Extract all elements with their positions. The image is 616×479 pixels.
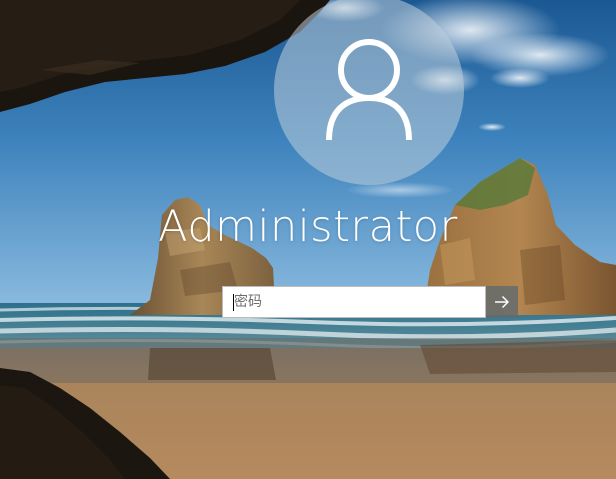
user-avatar (274, 0, 464, 185)
password-input[interactable] (223, 287, 485, 317)
password-field-container (222, 286, 486, 318)
password-login-row (222, 286, 518, 318)
text-caret (233, 294, 234, 311)
username-label: Administrator (158, 202, 458, 252)
user-silhouette-icon (326, 39, 412, 141)
arrow-right-icon (495, 295, 510, 309)
submit-arrow-button[interactable] (486, 286, 518, 318)
